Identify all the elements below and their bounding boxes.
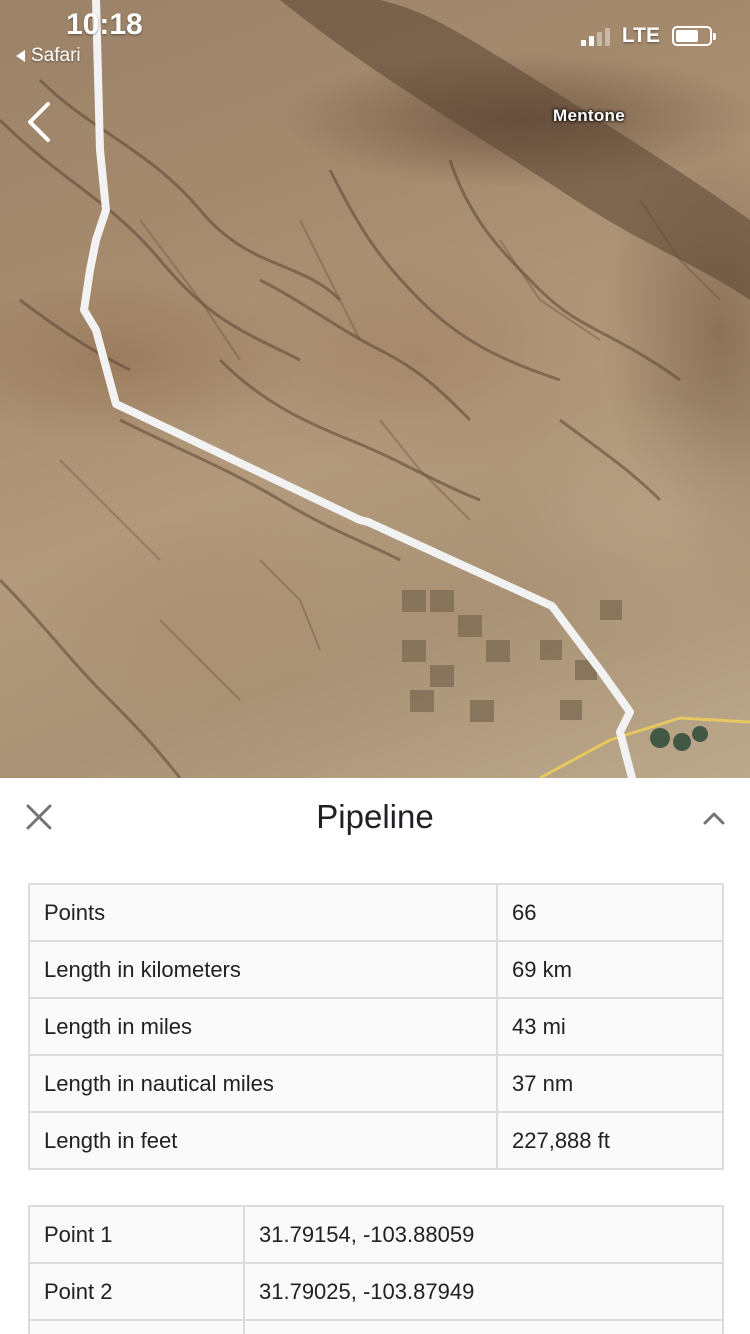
point-label [28, 1319, 245, 1334]
panel-title: Pipeline [316, 798, 434, 835]
stat-value: 69 km [496, 940, 724, 999]
chevron-up-icon[interactable] [700, 804, 728, 832]
stat-value: 227,888 ft [496, 1111, 724, 1170]
table-row: Length in miles 43 mi [28, 997, 724, 1056]
stat-label: Length in nautical miles [28, 1054, 498, 1113]
back-app-label: Safari [31, 45, 81, 66]
table-row: Points 66 [28, 883, 724, 942]
signal-icon [580, 26, 610, 46]
table-row: Length in feet 227,888 ft [28, 1111, 724, 1170]
point-coordinates [243, 1319, 724, 1334]
stat-value: 66 [496, 883, 724, 942]
point-label: Point 1 [28, 1205, 245, 1264]
points-table: Point 1 31.79154, -103.88059 Point 2 31.… [28, 1205, 724, 1334]
table-row: Point 1 31.79154, -103.88059 [28, 1205, 724, 1264]
table-row: Length in kilometers 69 km [28, 940, 724, 999]
status-time: 10:18 [66, 8, 143, 41]
back-to-safari[interactable]: Safari [16, 45, 81, 67]
info-panel: Pipeline Points 66 Length in kilometers … [0, 778, 750, 1334]
terrain-texture [0, 0, 750, 778]
stat-label: Length in feet [28, 1111, 498, 1170]
status-indicators: LTE [580, 24, 716, 48]
chevron-left-icon[interactable] [22, 100, 58, 144]
stat-label: Length in kilometers [28, 940, 498, 999]
place-label-mentone: Mentone [553, 106, 625, 125]
stat-value: 43 mi [496, 997, 724, 1056]
stats-table: Points 66 Length in kilometers 69 km Len… [28, 883, 724, 1170]
point-coordinates: 31.79154, -103.88059 [243, 1205, 724, 1264]
stat-label: Points [28, 883, 498, 942]
back-triangle-icon [16, 50, 25, 62]
table-row: Point 2 31.79025, -103.87949 [28, 1262, 724, 1321]
battery-icon [672, 26, 716, 46]
point-coordinates: 31.79025, -103.87949 [243, 1262, 724, 1321]
table-row [28, 1319, 724, 1334]
stat-value: 37 nm [496, 1054, 724, 1113]
table-row: Length in nautical miles 37 nm [28, 1054, 724, 1113]
network-label: LTE [621, 24, 660, 47]
point-label: Point 2 [28, 1262, 245, 1321]
stat-label: Length in miles [28, 997, 498, 1056]
satellite-map[interactable]: 10:18 Safari LTE Mentone [0, 0, 750, 778]
